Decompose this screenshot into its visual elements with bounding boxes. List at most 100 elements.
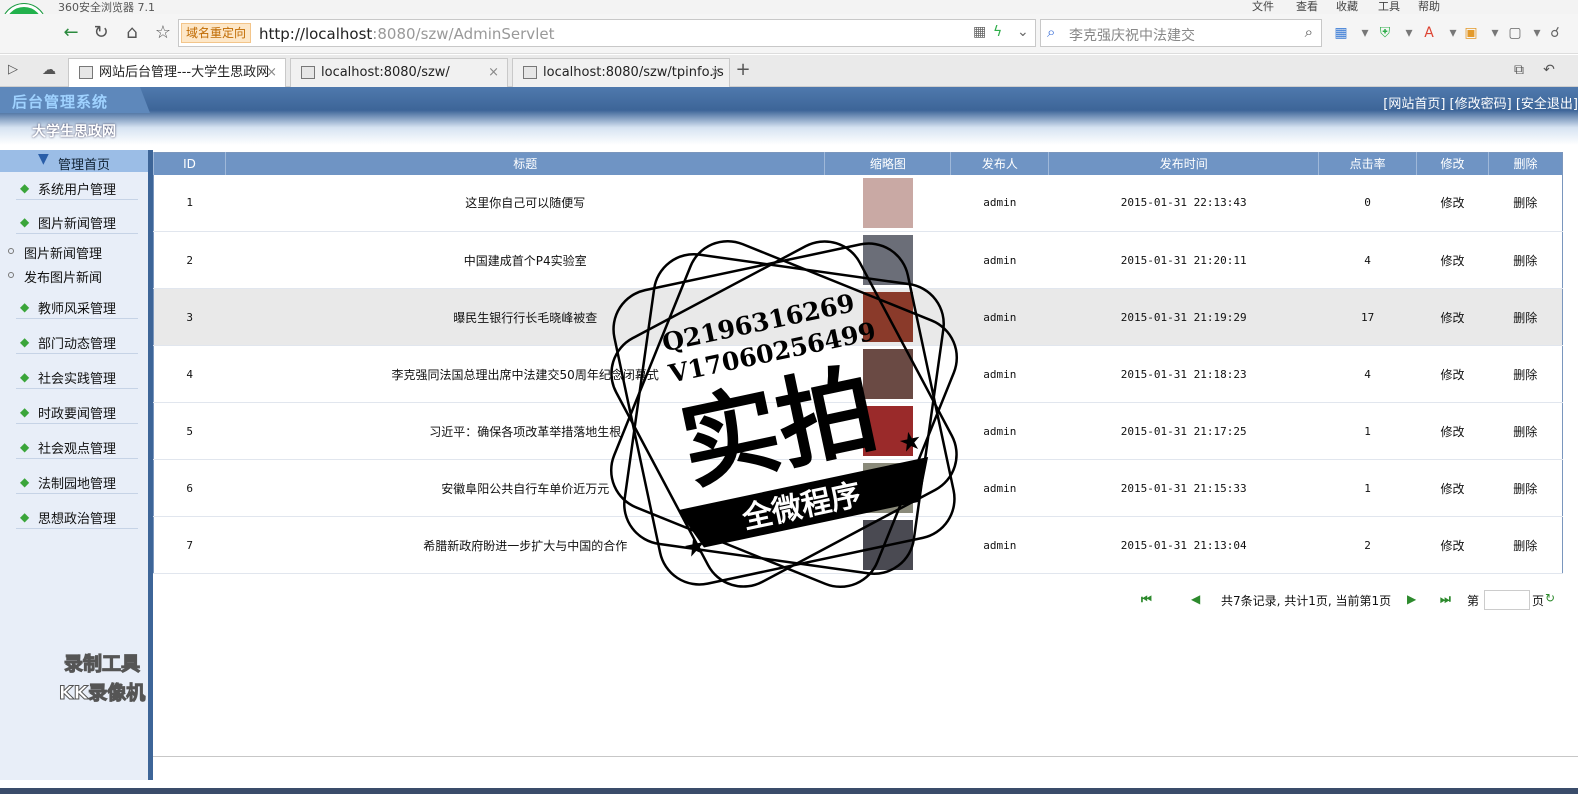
next-page-icon[interactable]: ▶ [1407,592,1416,606]
sidebar-item-law[interactable]: ◆ 法制园地管理 [16,470,138,494]
delete-link[interactable]: 删除 [1513,196,1537,210]
sidebar-item-label: 社会观点管理 [38,442,117,457]
chevron-down-icon[interactable]: ⌄ [1017,24,1029,40]
sidebar-toggle-icon[interactable]: ▷ [2,59,24,81]
prev-page-icon[interactable]: ◀ [1191,592,1200,606]
change-password-link[interactable]: [修改密码] [1450,97,1512,112]
cell-del[interactable]: 删除 [1488,231,1563,289]
sidebar-item-label: 图片新闻管理 [38,217,117,232]
address-bar[interactable]: 域名重定向 http://localhost:8080/szw/AdminSer… [178,19,1036,47]
undo-close-icon[interactable]: ↶ [1538,59,1560,81]
cell-del[interactable]: 删除 [1488,459,1563,517]
sidebar-item-politics[interactable]: ◆ 思想政治管理 [16,505,138,529]
cell-edit[interactable]: 修改 [1416,516,1489,574]
qr-code-icon[interactable]: ▦ [973,24,986,40]
dropdown-icon[interactable]: ▾ [1528,24,1546,42]
cell-edit[interactable]: 修改 [1416,231,1489,289]
dropdown-icon[interactable]: ▾ [1486,24,1504,42]
page-prefix: 第 [1467,594,1480,608]
close-icon[interactable]: × [266,59,277,87]
sidebar-item-home[interactable]: ▼ 管理首页 [0,150,148,173]
cell-del[interactable]: 删除 [1488,288,1563,346]
table-row: 7 希腊新政府盼进一步扩大与中国的合作 admin 2015-01-31 21:13:… [153,516,1563,574]
back-arrow-icon[interactable]: ← [60,22,82,44]
redirect-badge[interactable]: 域名重定向 [181,23,252,43]
search-input[interactable]: 李克强庆祝中法建交 [1069,25,1195,45]
window-title: 360安全浏览器 7.1 [58,1,155,14]
gift-icon[interactable]: ▣ [1462,24,1480,42]
menu-view[interactable]: 查看 [1296,0,1318,14]
edit-link[interactable]: 修改 [1441,539,1465,553]
sidebar-item-opinions[interactable]: ◆ 社会观点管理 [16,435,138,459]
first-page-icon[interactable]: ⏮ [1141,592,1152,607]
tab-admin[interactable]: 网站后台管理---大学生思政网 × [68,58,286,87]
search-icon[interactable]: ⌕ [1305,23,1313,41]
cell-del[interactable]: 删除 [1488,402,1563,460]
lightning-icon[interactable]: ϟ [993,24,1002,40]
cell-text: 1 [186,196,194,210]
search-engine-icon[interactable]: ⌕ [1047,23,1055,41]
cloud-icon[interactable]: ☁ [38,59,60,81]
sidebar-item-teachers[interactable]: ◆ 教师风采管理 [16,295,138,319]
cell-text: 4 [1364,253,1371,267]
last-page-icon[interactable]: ⏭ [1440,592,1451,607]
refresh-icon[interactable]: ↻ [90,22,112,44]
sidebar-item-practice[interactable]: ◆ 社会实践管理 [16,365,138,389]
sidebar-item-departments[interactable]: ◆ 部门动态管理 [16,330,138,354]
delete-link[interactable]: 删除 [1513,368,1537,382]
edit-link[interactable]: 修改 [1441,368,1465,382]
dropdown-icon[interactable]: ▾ [1444,24,1462,42]
cell-edit[interactable]: 修改 [1416,345,1489,403]
cell-edit[interactable]: 修改 [1416,288,1489,346]
edit-link[interactable]: 修改 [1441,482,1465,496]
delete-link[interactable]: 删除 [1513,482,1537,496]
star-icon[interactable]: ☆ [152,22,174,44]
sidebar-item-current-affairs[interactable]: ◆ 时政要闻管理 [16,400,138,424]
cell-del[interactable]: 删除 [1488,516,1563,574]
dropdown-icon[interactable]: ▾ [1356,24,1374,42]
cell-id: 7 [153,516,226,574]
menu-file[interactable]: 文件 [1252,0,1274,14]
delete-link[interactable]: 删除 [1513,254,1537,268]
site-home-link[interactable]: [网站首页] [1383,97,1445,112]
edit-link[interactable]: 修改 [1441,196,1465,210]
delete-link[interactable]: 删除 [1513,425,1537,439]
shield-icon[interactable]: ⛨ [1376,24,1394,42]
apps-icon[interactable]: ▦ [1332,24,1350,42]
cell-edit[interactable]: 修改 [1416,402,1489,460]
tab-tpinfo[interactable]: localhost:8080/szw/tpinfo.js × [512,58,730,87]
restore-tabs-icon[interactable]: ⧉ [1508,59,1530,81]
edit-link[interactable]: 修改 [1441,425,1465,439]
delete-link[interactable]: 删除 [1513,539,1537,553]
cell-clicks: 0 [1318,174,1417,232]
cell-del[interactable]: 删除 [1488,174,1563,232]
mouse-gesture-icon[interactable]: ☌ [1546,24,1564,42]
home-icon[interactable]: ⌂ [121,22,143,44]
tab-szw[interactable]: localhost:8080/szw/ × [290,58,508,87]
delete-link[interactable]: 删除 [1513,311,1537,325]
search-box[interactable]: ⌕ 李克强庆祝中法建交 ⌕ [1040,19,1322,47]
menu-favorites[interactable]: 收藏 [1336,0,1358,14]
screenshot-icon[interactable]: ▢ [1506,24,1524,42]
translate-icon[interactable]: A [1420,24,1438,42]
go-icon[interactable]: ↻ [1545,591,1555,605]
close-icon[interactable]: × [710,59,721,87]
dropdown-icon[interactable]: ▾ [1400,24,1418,42]
page-number-input[interactable] [1484,590,1530,610]
logout-link[interactable]: [安全退出] [1516,97,1578,112]
cell-del[interactable]: 删除 [1488,345,1563,403]
bullet-icon [8,272,14,278]
edit-link[interactable]: 修改 [1441,254,1465,268]
new-tab-button[interactable]: + [732,59,754,81]
close-icon[interactable]: × [488,59,499,87]
url-text[interactable]: http://localhost:8080/szw/AdminServlet [259,25,554,43]
sidebar-item-users[interactable]: ◆ 系统用户管理 [16,176,138,200]
cell-edit[interactable]: 修改 [1416,174,1489,232]
cell-edit[interactable]: 修改 [1416,459,1489,517]
cell-author: admin [950,345,1049,403]
menu-help[interactable]: 帮助 [1418,0,1440,14]
edit-link[interactable]: 修改 [1441,311,1465,325]
sidebar-item-photo-news[interactable]: ◆ 图片新闻管理 [16,210,138,234]
menu-tools[interactable]: 工具 [1378,0,1400,14]
cell-author: admin [950,516,1049,574]
